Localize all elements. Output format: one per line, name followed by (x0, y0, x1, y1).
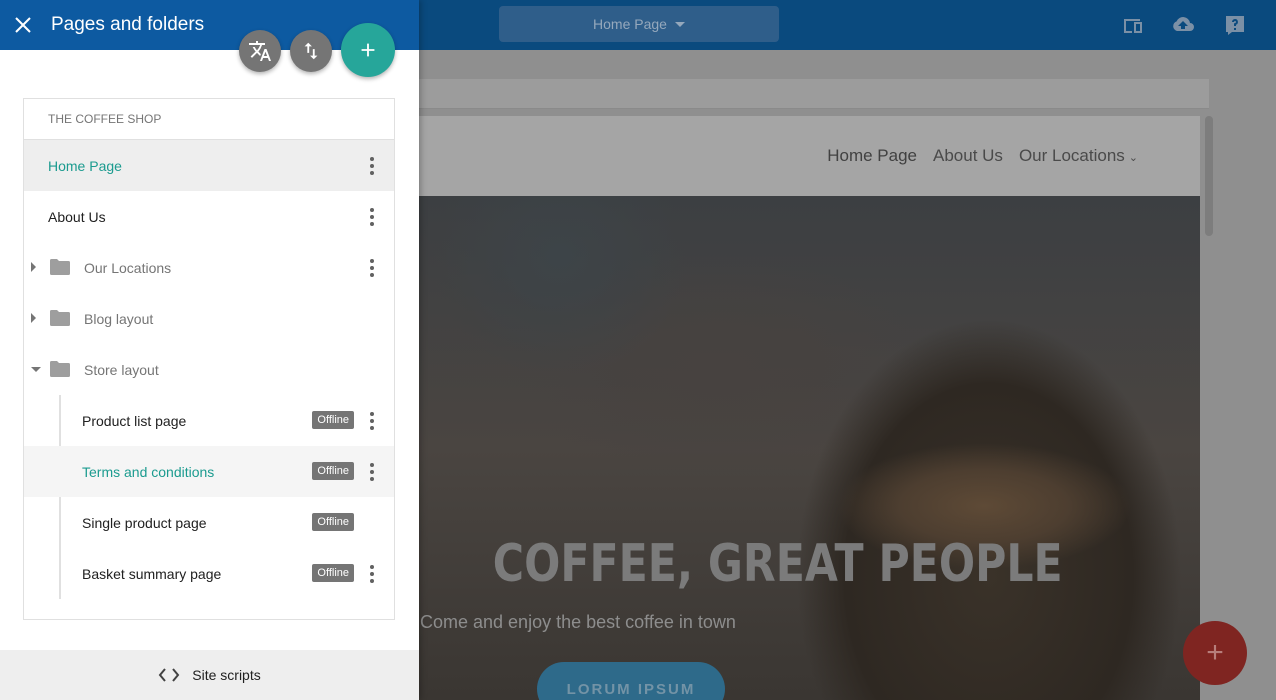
caret-down-icon (674, 21, 685, 27)
tree-item-basket-summary-page[interactable]: Basket summary page Offline (24, 548, 394, 599)
tree-item-label: Home Page (48, 157, 122, 174)
tree-item-home-page[interactable]: Home Page (24, 140, 394, 191)
site-nav-locations-label: Our Locations (1018, 146, 1125, 165)
pages-drawer: Pages and folders THE COFFEE SHOP Home P… (0, 0, 419, 700)
expand-arrow-icon[interactable] (31, 262, 36, 272)
tree-item-label: Single product page (82, 514, 207, 531)
more-vert-icon[interactable] (364, 562, 380, 586)
plus-icon (361, 43, 375, 57)
status-badge: Offline (312, 462, 354, 480)
site-nav-home[interactable]: Home Page (827, 146, 917, 166)
help-icon[interactable] (1222, 13, 1248, 37)
page-selector-label: Home Page (593, 16, 667, 32)
devices-icon[interactable] (1120, 13, 1146, 37)
tree-item-label: About Us (48, 208, 106, 225)
page-tree: THE COFFEE SHOP Home Page About Us Our L… (23, 98, 395, 620)
preview-toolbar (419, 79, 1209, 109)
folder-icon (50, 361, 70, 377)
cloud-upload-icon[interactable] (1170, 13, 1196, 37)
folder-icon (50, 310, 70, 326)
tree-folder-store-layout[interactable]: Store layout (24, 344, 394, 395)
tree-folder-our-locations[interactable]: Our Locations (24, 242, 394, 293)
hero-cta-button[interactable]: LORUM IPSUM (537, 662, 725, 700)
status-badge: Offline (312, 564, 354, 582)
tree-item-label: Terms and conditions (82, 463, 215, 480)
tree-item-label: Our Locations (84, 259, 172, 276)
close-button[interactable] (0, 0, 46, 50)
expand-arrow-icon[interactable] (31, 313, 36, 323)
status-badge: Offline (312, 411, 354, 429)
site-navigation: Home Page About Us Our Locations ⌄ (419, 116, 1200, 196)
preview-scrollbar[interactable] (1205, 116, 1213, 236)
tree-item-label: Blog layout (84, 310, 154, 327)
status-badge: Offline (312, 513, 354, 531)
translate-icon (249, 41, 271, 61)
more-vert-icon[interactable] (364, 409, 380, 433)
reorder-button[interactable] (290, 30, 332, 72)
page-selector[interactable]: Home Page (499, 6, 779, 42)
tree-item-label: Store layout (84, 361, 159, 378)
collapse-arrow-icon[interactable] (31, 367, 41, 372)
folder-icon (50, 259, 70, 275)
site-nav-about[interactable]: About Us (933, 146, 1003, 166)
store-layout-children: Product list page Offline Terms and cond… (24, 395, 394, 599)
chevron-down-icon: ⌄ (1128, 152, 1138, 164)
site-preview: Home Page About Us Our Locations ⌄ COFFEE… (419, 116, 1200, 700)
hero-subtitle: Come and enjoy the best coffee in town (420, 612, 736, 632)
site-nav-locations[interactable]: Our Locations ⌄ (1019, 146, 1138, 166)
hero-title: COFFEE, GREAT PEOPLE (492, 534, 1063, 594)
tree-folder-blog-layout[interactable]: Blog layout (24, 293, 394, 344)
plus-icon: + (1206, 636, 1224, 669)
site-scripts-label: Site scripts (192, 667, 261, 683)
tree-item-about-us[interactable]: About Us (24, 191, 394, 242)
close-icon (15, 17, 31, 33)
add-block-button[interactable]: + (1183, 621, 1247, 685)
site-scripts-button[interactable]: Site scripts (0, 650, 419, 700)
add-page-button[interactable] (341, 23, 395, 77)
hero-banner: COFFEE, GREAT PEOPLE Come and enjoy the … (419, 196, 1200, 700)
tree-item-terms-and-conditions[interactable]: Terms and conditions Offline (24, 446, 394, 497)
code-icon (158, 668, 180, 682)
more-vert-icon[interactable] (364, 205, 380, 229)
tree-item-product-list-page[interactable]: Product list page Offline (24, 395, 394, 446)
drawer-title: Pages and folders (51, 14, 205, 35)
tree-item-single-product-page[interactable]: Single product page Offline (24, 497, 394, 548)
translate-button[interactable] (239, 30, 281, 72)
tree-item-label: Product list page (82, 412, 187, 429)
site-name: THE COFFEE SHOP (24, 99, 394, 140)
swap-vertical-icon (304, 42, 318, 60)
more-vert-icon[interactable] (364, 460, 380, 484)
more-vert-icon[interactable] (364, 256, 380, 280)
tree-item-label: Basket summary page (82, 565, 222, 582)
more-vert-icon[interactable] (364, 154, 380, 178)
